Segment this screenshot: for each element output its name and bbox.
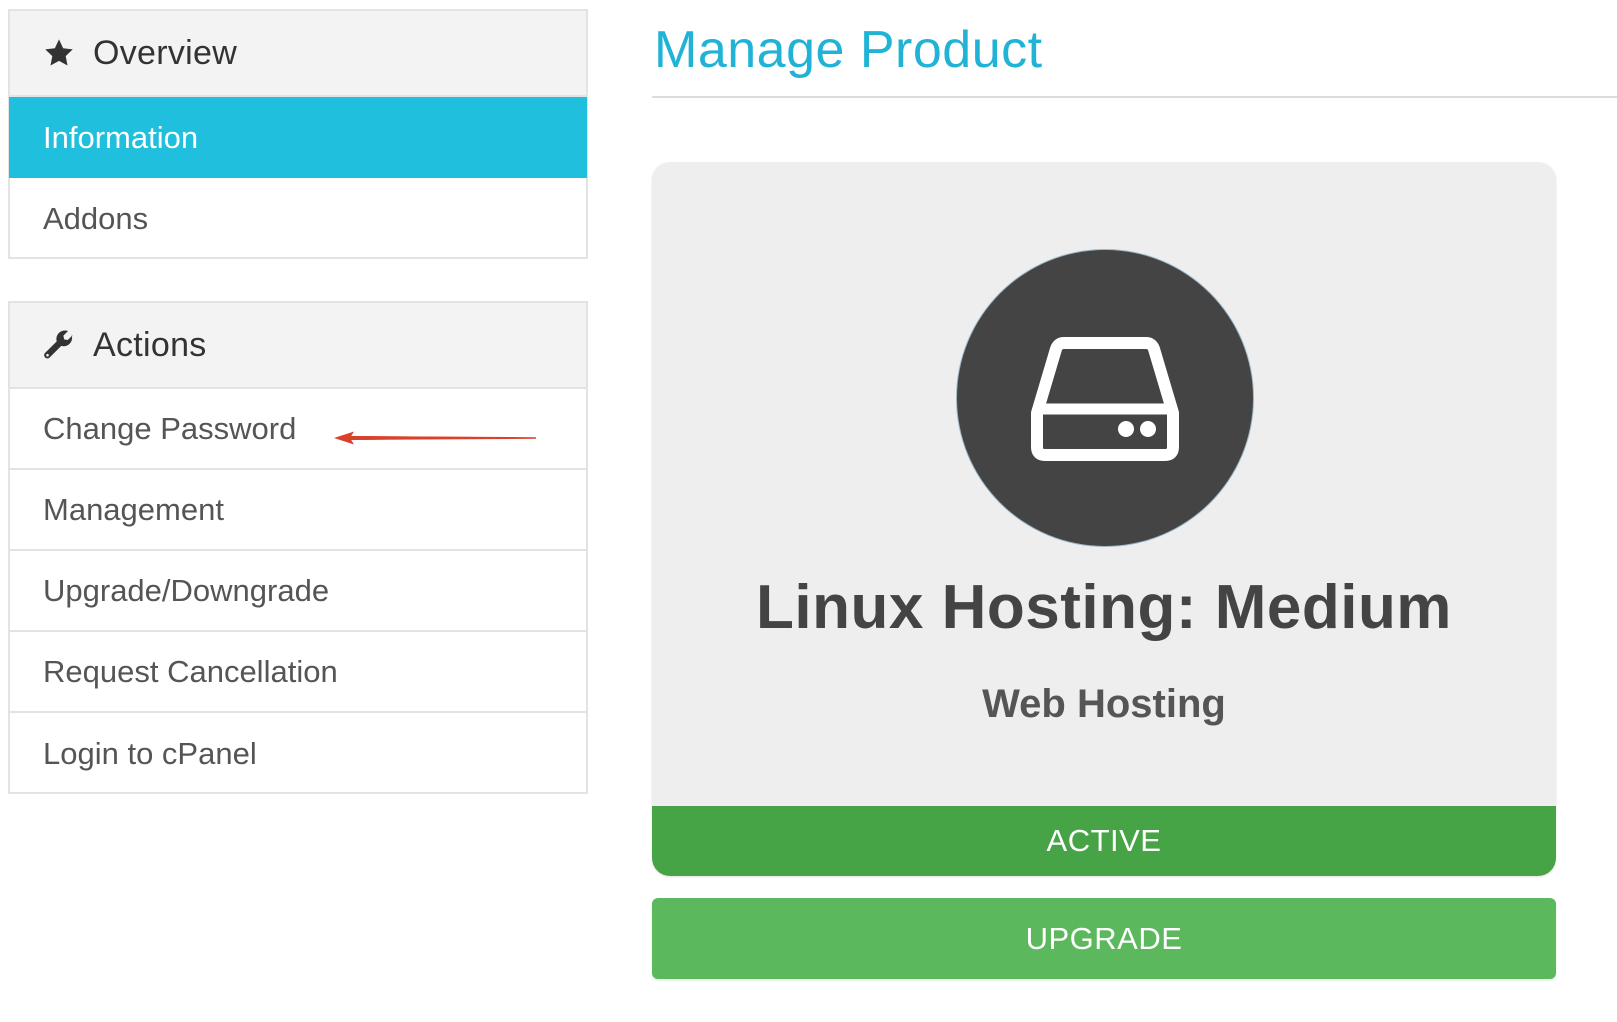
product-name: Linux Hosting: Medium bbox=[756, 573, 1452, 642]
title-divider bbox=[652, 96, 1617, 98]
product-group: Web Hosting bbox=[982, 682, 1226, 726]
upgrade-button[interactable]: UPGRADE bbox=[652, 898, 1556, 979]
sidebar-item-request-cancellation[interactable]: Request Cancellation bbox=[10, 632, 586, 713]
change-password-label: Change Password bbox=[43, 410, 297, 446]
overview-panel: Overview Information Addons bbox=[8, 9, 588, 259]
overview-panel-heading: Overview bbox=[10, 11, 586, 97]
product-card: Linux Hosting: Medium Web Hosting ACTIVE bbox=[652, 162, 1556, 876]
star-icon bbox=[42, 36, 76, 70]
overview-title: Overview bbox=[93, 33, 238, 72]
page-title: Manage Product bbox=[654, 21, 1043, 79]
sidebar-item-change-password[interactable]: Change Password bbox=[10, 389, 586, 470]
sidebar-item-upgrade-downgrade[interactable]: Upgrade/Downgrade bbox=[10, 551, 586, 632]
actions-title: Actions bbox=[93, 325, 207, 364]
actions-panel: Actions Change Password Management Upgra… bbox=[8, 301, 588, 794]
status-label: ACTIVE bbox=[1046, 823, 1162, 858]
actions-panel-heading: Actions bbox=[10, 303, 586, 389]
status-badge: ACTIVE bbox=[652, 786, 1556, 876]
wrench-icon bbox=[42, 328, 76, 362]
sidebar-item-addons[interactable]: Addons bbox=[10, 178, 586, 259]
sidebar-item-login-cpanel[interactable]: Login to cPanel bbox=[10, 713, 586, 794]
hard-drive-icon bbox=[957, 250, 1253, 546]
sidebar-item-management[interactable]: Management bbox=[10, 470, 586, 551]
sidebar-item-information[interactable]: Information bbox=[9, 97, 587, 178]
red-arrow-icon bbox=[330, 419, 540, 455]
